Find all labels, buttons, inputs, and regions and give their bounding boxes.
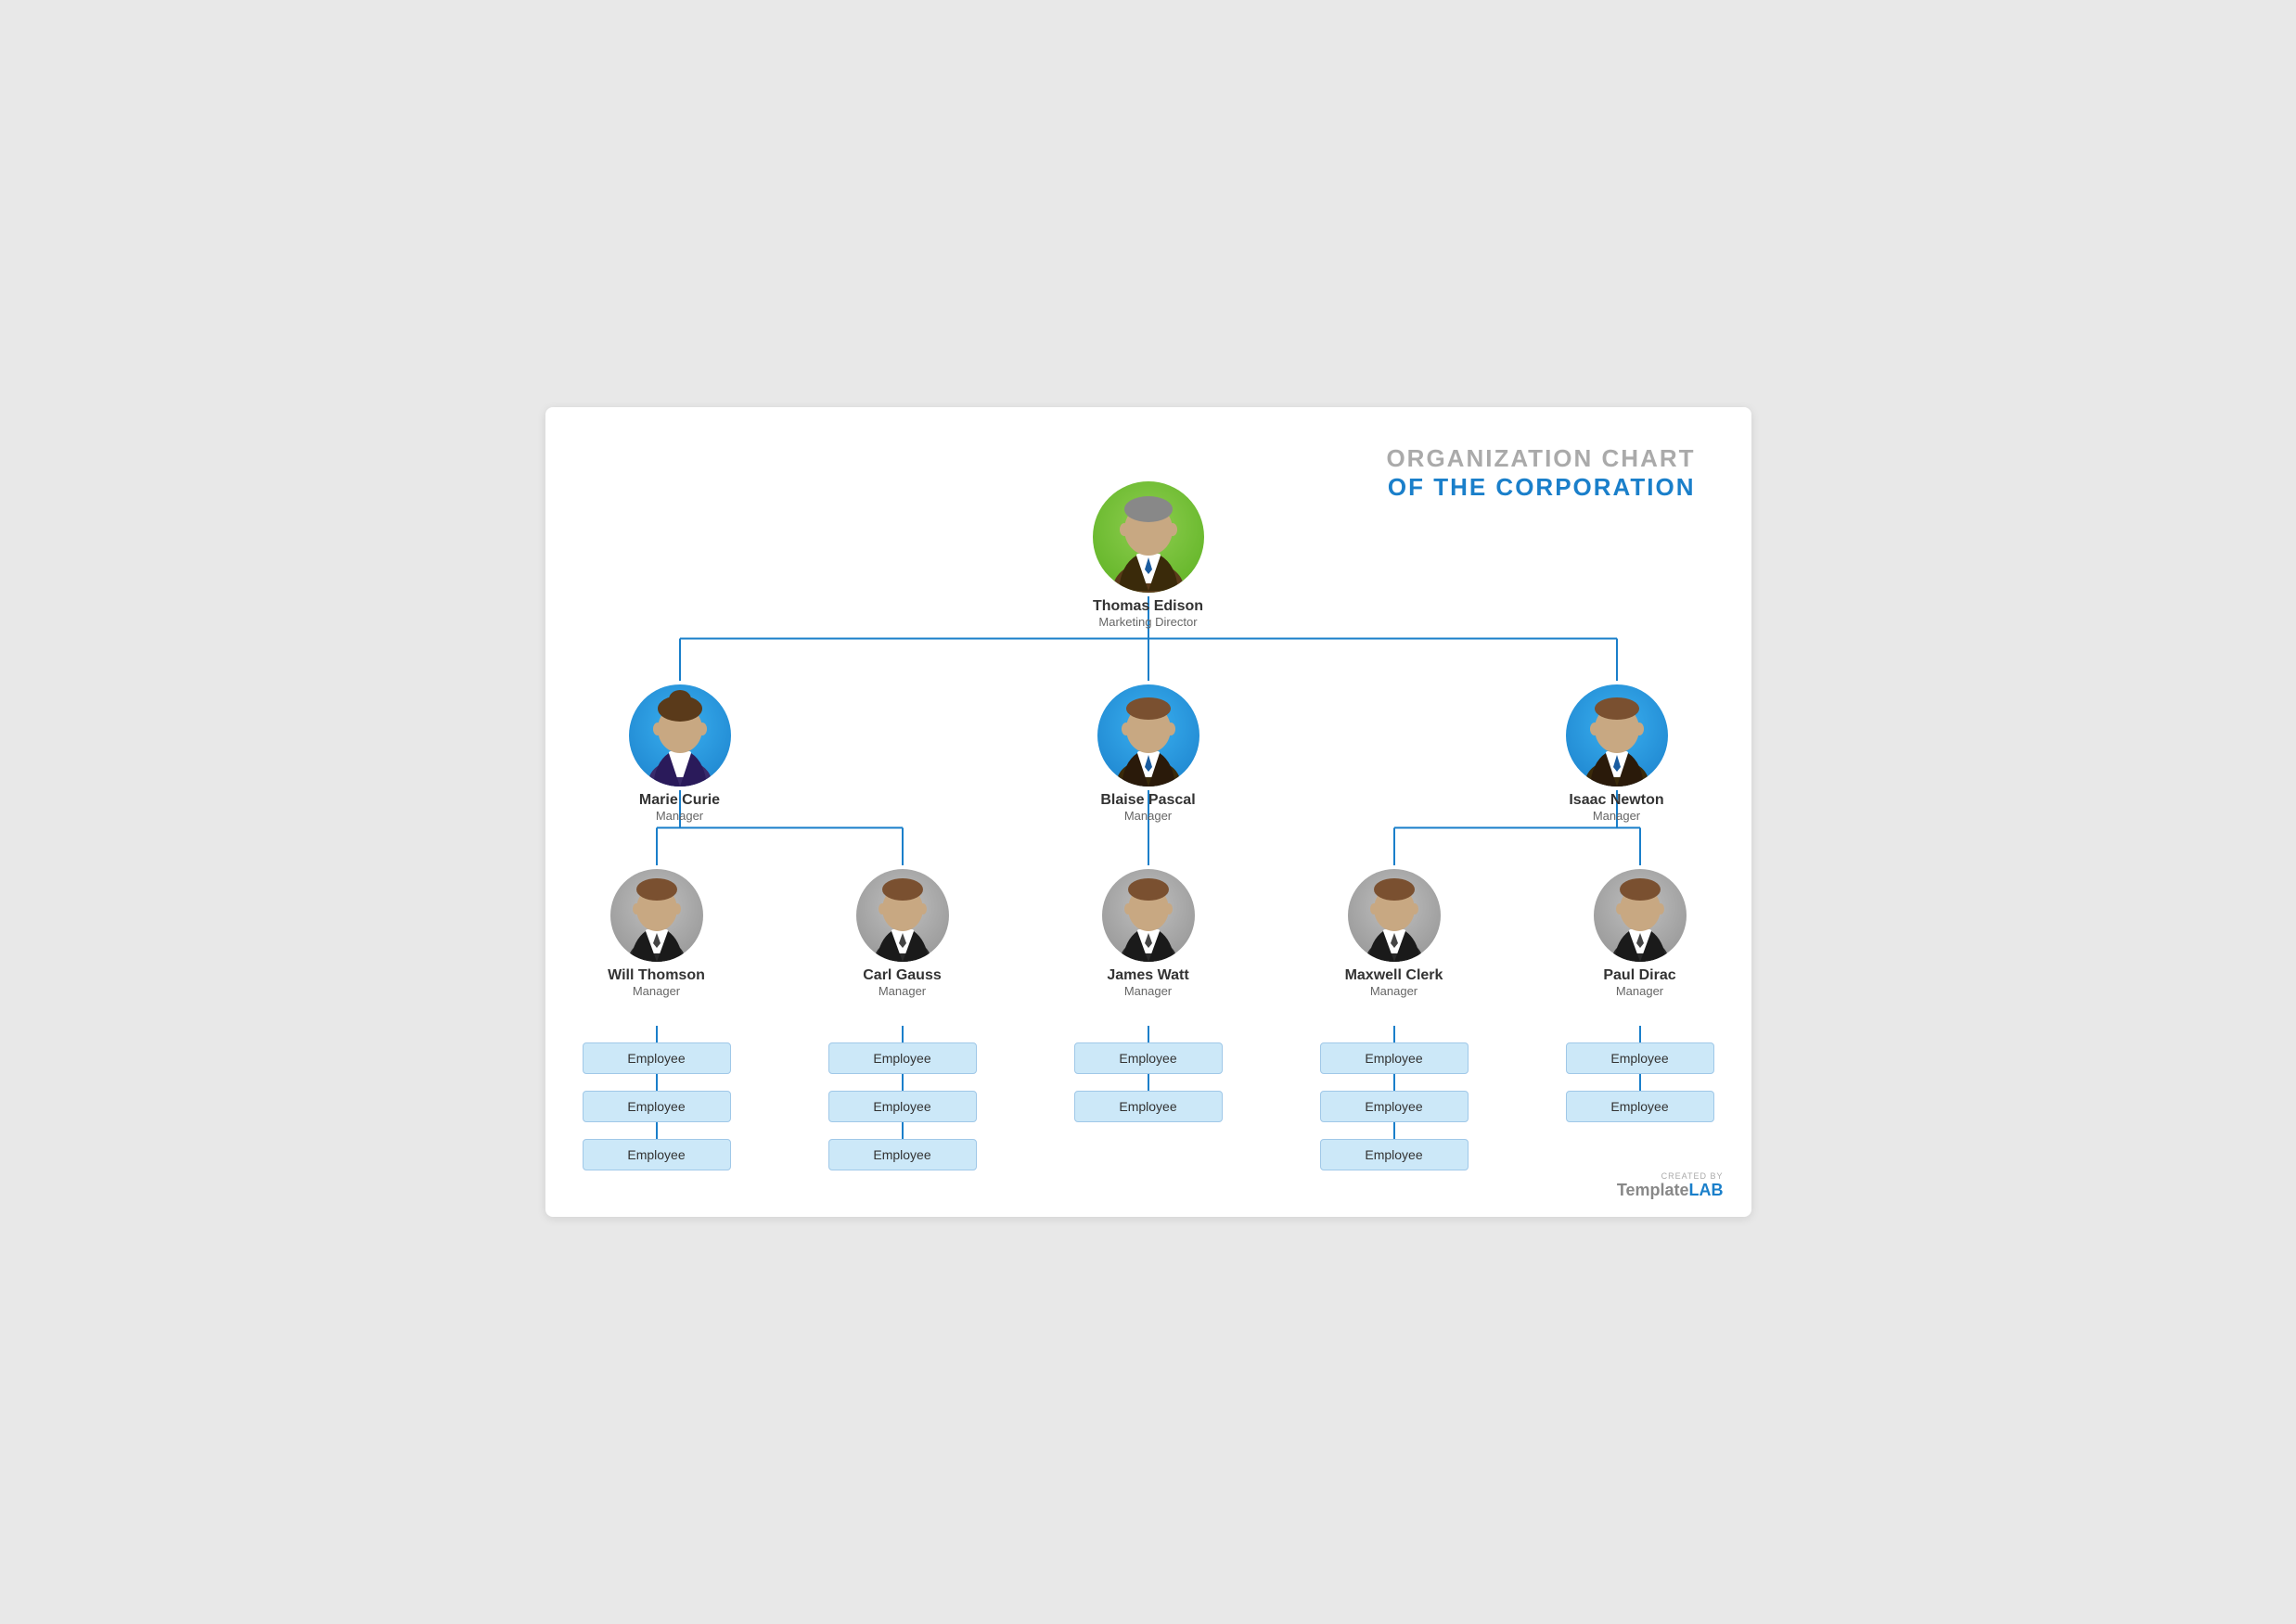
emp-connector-v — [902, 1122, 904, 1139]
emp-box-2-1: Employee — [1074, 1091, 1223, 1122]
emp-box-0-2: Employee — [583, 1139, 731, 1170]
submanager-role-2: Manager — [1107, 984, 1188, 998]
emp-box-3-0: Employee — [1320, 1042, 1469, 1074]
manager-figure-2 — [1566, 684, 1668, 786]
templatelab-watermark: CREATED BY TemplateLAB — [1617, 1171, 1724, 1200]
emp-box-4-0: Employee — [1566, 1042, 1714, 1074]
templatelab-name: TemplateLAB — [1617, 1181, 1724, 1200]
submanager-figure-4 — [1594, 869, 1687, 962]
submanager-label-1: Carl Gauss Manager — [863, 967, 941, 998]
submanager-avatar-3 — [1348, 869, 1441, 962]
templatelab-created: CREATED BY — [1617, 1171, 1724, 1181]
manager-label-0: Marie Curie Manager — [639, 792, 720, 823]
emp-connector-v — [1148, 1026, 1149, 1042]
submanager-node-1: Carl Gauss Manager Employee Employee Emp… — [828, 869, 977, 1170]
emp-connector-v — [902, 1026, 904, 1042]
emp-box-1-0: Employee — [828, 1042, 977, 1074]
submanager-name-1: Carl Gauss — [863, 967, 941, 984]
manager-name-0: Marie Curie — [639, 792, 720, 809]
manager-role-1: Manager — [1100, 809, 1195, 823]
emp-box-0-1: Employee — [583, 1091, 731, 1122]
manager-name-1: Blaise Pascal — [1100, 792, 1195, 809]
emp-box-1-1: Employee — [828, 1091, 977, 1122]
submanager-avatar-4 — [1594, 869, 1687, 962]
manager-avatar-1 — [1097, 684, 1199, 786]
submanager-figure-3 — [1348, 869, 1441, 962]
submanager-avatar-1 — [856, 869, 949, 962]
submanager-node-4: Paul Dirac Manager Employee Employee — [1566, 869, 1714, 1170]
manager-figure-1 — [1097, 684, 1199, 786]
submanager-name-2: James Watt — [1107, 967, 1188, 984]
manager-name-2: Isaac Newton — [1569, 792, 1663, 809]
ceo-role: Marketing Director — [1093, 615, 1203, 629]
submanager-figure-0 — [610, 869, 703, 962]
submanagers-row: Will Thomson Manager Employee Employee E… — [573, 869, 1724, 1170]
submanager-figure-2 — [1102, 869, 1195, 962]
templatelab-lab: LAB — [1689, 1181, 1724, 1199]
submanager-role-4: Manager — [1603, 984, 1675, 998]
emp-list-1: Employee Employee Employee — [828, 1026, 977, 1170]
submanager-avatar-2 — [1102, 869, 1195, 962]
emp-list-3: Employee Employee Employee — [1320, 1026, 1469, 1170]
emp-connector-v — [656, 1026, 658, 1042]
templatelab-template: Template — [1617, 1181, 1689, 1199]
submanager-node-3: Maxwell Clerk Manager Employee Employee … — [1320, 869, 1469, 1170]
submanager-name-0: Will Thomson — [608, 967, 705, 984]
manager-label-1: Blaise Pascal Manager — [1100, 792, 1195, 823]
emp-box-2-0: Employee — [1074, 1042, 1223, 1074]
submanager-role-3: Manager — [1345, 984, 1443, 998]
emp-connector-v — [1639, 1074, 1641, 1091]
chart-container: ORGANIZATION CHART OF THE CORPORATION — [545, 407, 1751, 1217]
ceo-name: Thomas Edison — [1093, 598, 1203, 615]
emp-list-4: Employee Employee — [1566, 1026, 1714, 1122]
submanager-name-4: Paul Dirac — [1603, 967, 1675, 984]
submanager-role-1: Manager — [863, 984, 941, 998]
org-body: Thomas Edison Marketing Director — [573, 463, 1724, 1170]
emp-list-0: Employee Employee Employee — [583, 1026, 731, 1170]
ceo-avatar — [1093, 481, 1204, 593]
emp-connector-v — [1148, 1074, 1149, 1091]
emp-box-3-1: Employee — [1320, 1091, 1469, 1122]
emp-connector-v — [1393, 1074, 1395, 1091]
emp-box-0-0: Employee — [583, 1042, 731, 1074]
submanager-avatar-0 — [610, 869, 703, 962]
manager-node-2: Isaac Newton Manager — [1566, 684, 1668, 823]
submanager-label-0: Will Thomson Manager — [608, 967, 705, 998]
manager-label-2: Isaac Newton Manager — [1569, 792, 1663, 823]
ceo-node: Thomas Edison Marketing Director — [1093, 481, 1204, 629]
submanager-node-2: James Watt Manager Employee Employee — [1074, 869, 1223, 1170]
submanager-label-3: Maxwell Clerk Manager — [1345, 967, 1443, 998]
submanager-figure-1 — [856, 869, 949, 962]
emp-connector-v — [656, 1074, 658, 1091]
emp-box-1-2: Employee — [828, 1139, 977, 1170]
manager-role-0: Manager — [639, 809, 720, 823]
emp-connector-v — [1639, 1026, 1641, 1042]
emp-connector-v — [656, 1122, 658, 1139]
emp-connector-v — [1393, 1026, 1395, 1042]
emp-box-3-2: Employee — [1320, 1139, 1469, 1170]
manager-role-2: Manager — [1569, 809, 1663, 823]
manager-node-0: Marie Curie Manager — [629, 684, 731, 823]
manager-figure-0 — [629, 684, 731, 786]
submanager-label-4: Paul Dirac Manager — [1603, 967, 1675, 998]
emp-connector-v — [902, 1074, 904, 1091]
emp-box-4-1: Employee — [1566, 1091, 1714, 1122]
submanager-label-2: James Watt Manager — [1107, 967, 1188, 998]
submanager-name-3: Maxwell Clerk — [1345, 967, 1443, 984]
submanager-node-0: Will Thomson Manager Employee Employee E… — [583, 869, 731, 1170]
ceo-label: Thomas Edison Marketing Director — [1093, 598, 1203, 629]
emp-connector-v — [1393, 1122, 1395, 1139]
emp-list-2: Employee Employee — [1074, 1026, 1223, 1122]
submanager-role-0: Manager — [608, 984, 705, 998]
manager-avatar-0 — [629, 684, 731, 786]
manager-node-1: Blaise Pascal Manager — [1097, 684, 1199, 823]
ceo-figure — [1093, 481, 1204, 593]
manager-avatar-2 — [1566, 684, 1668, 786]
managers-row: Marie Curie Manager — [573, 684, 1724, 823]
ceo-row: Thomas Edison Marketing Director — [573, 463, 1724, 629]
